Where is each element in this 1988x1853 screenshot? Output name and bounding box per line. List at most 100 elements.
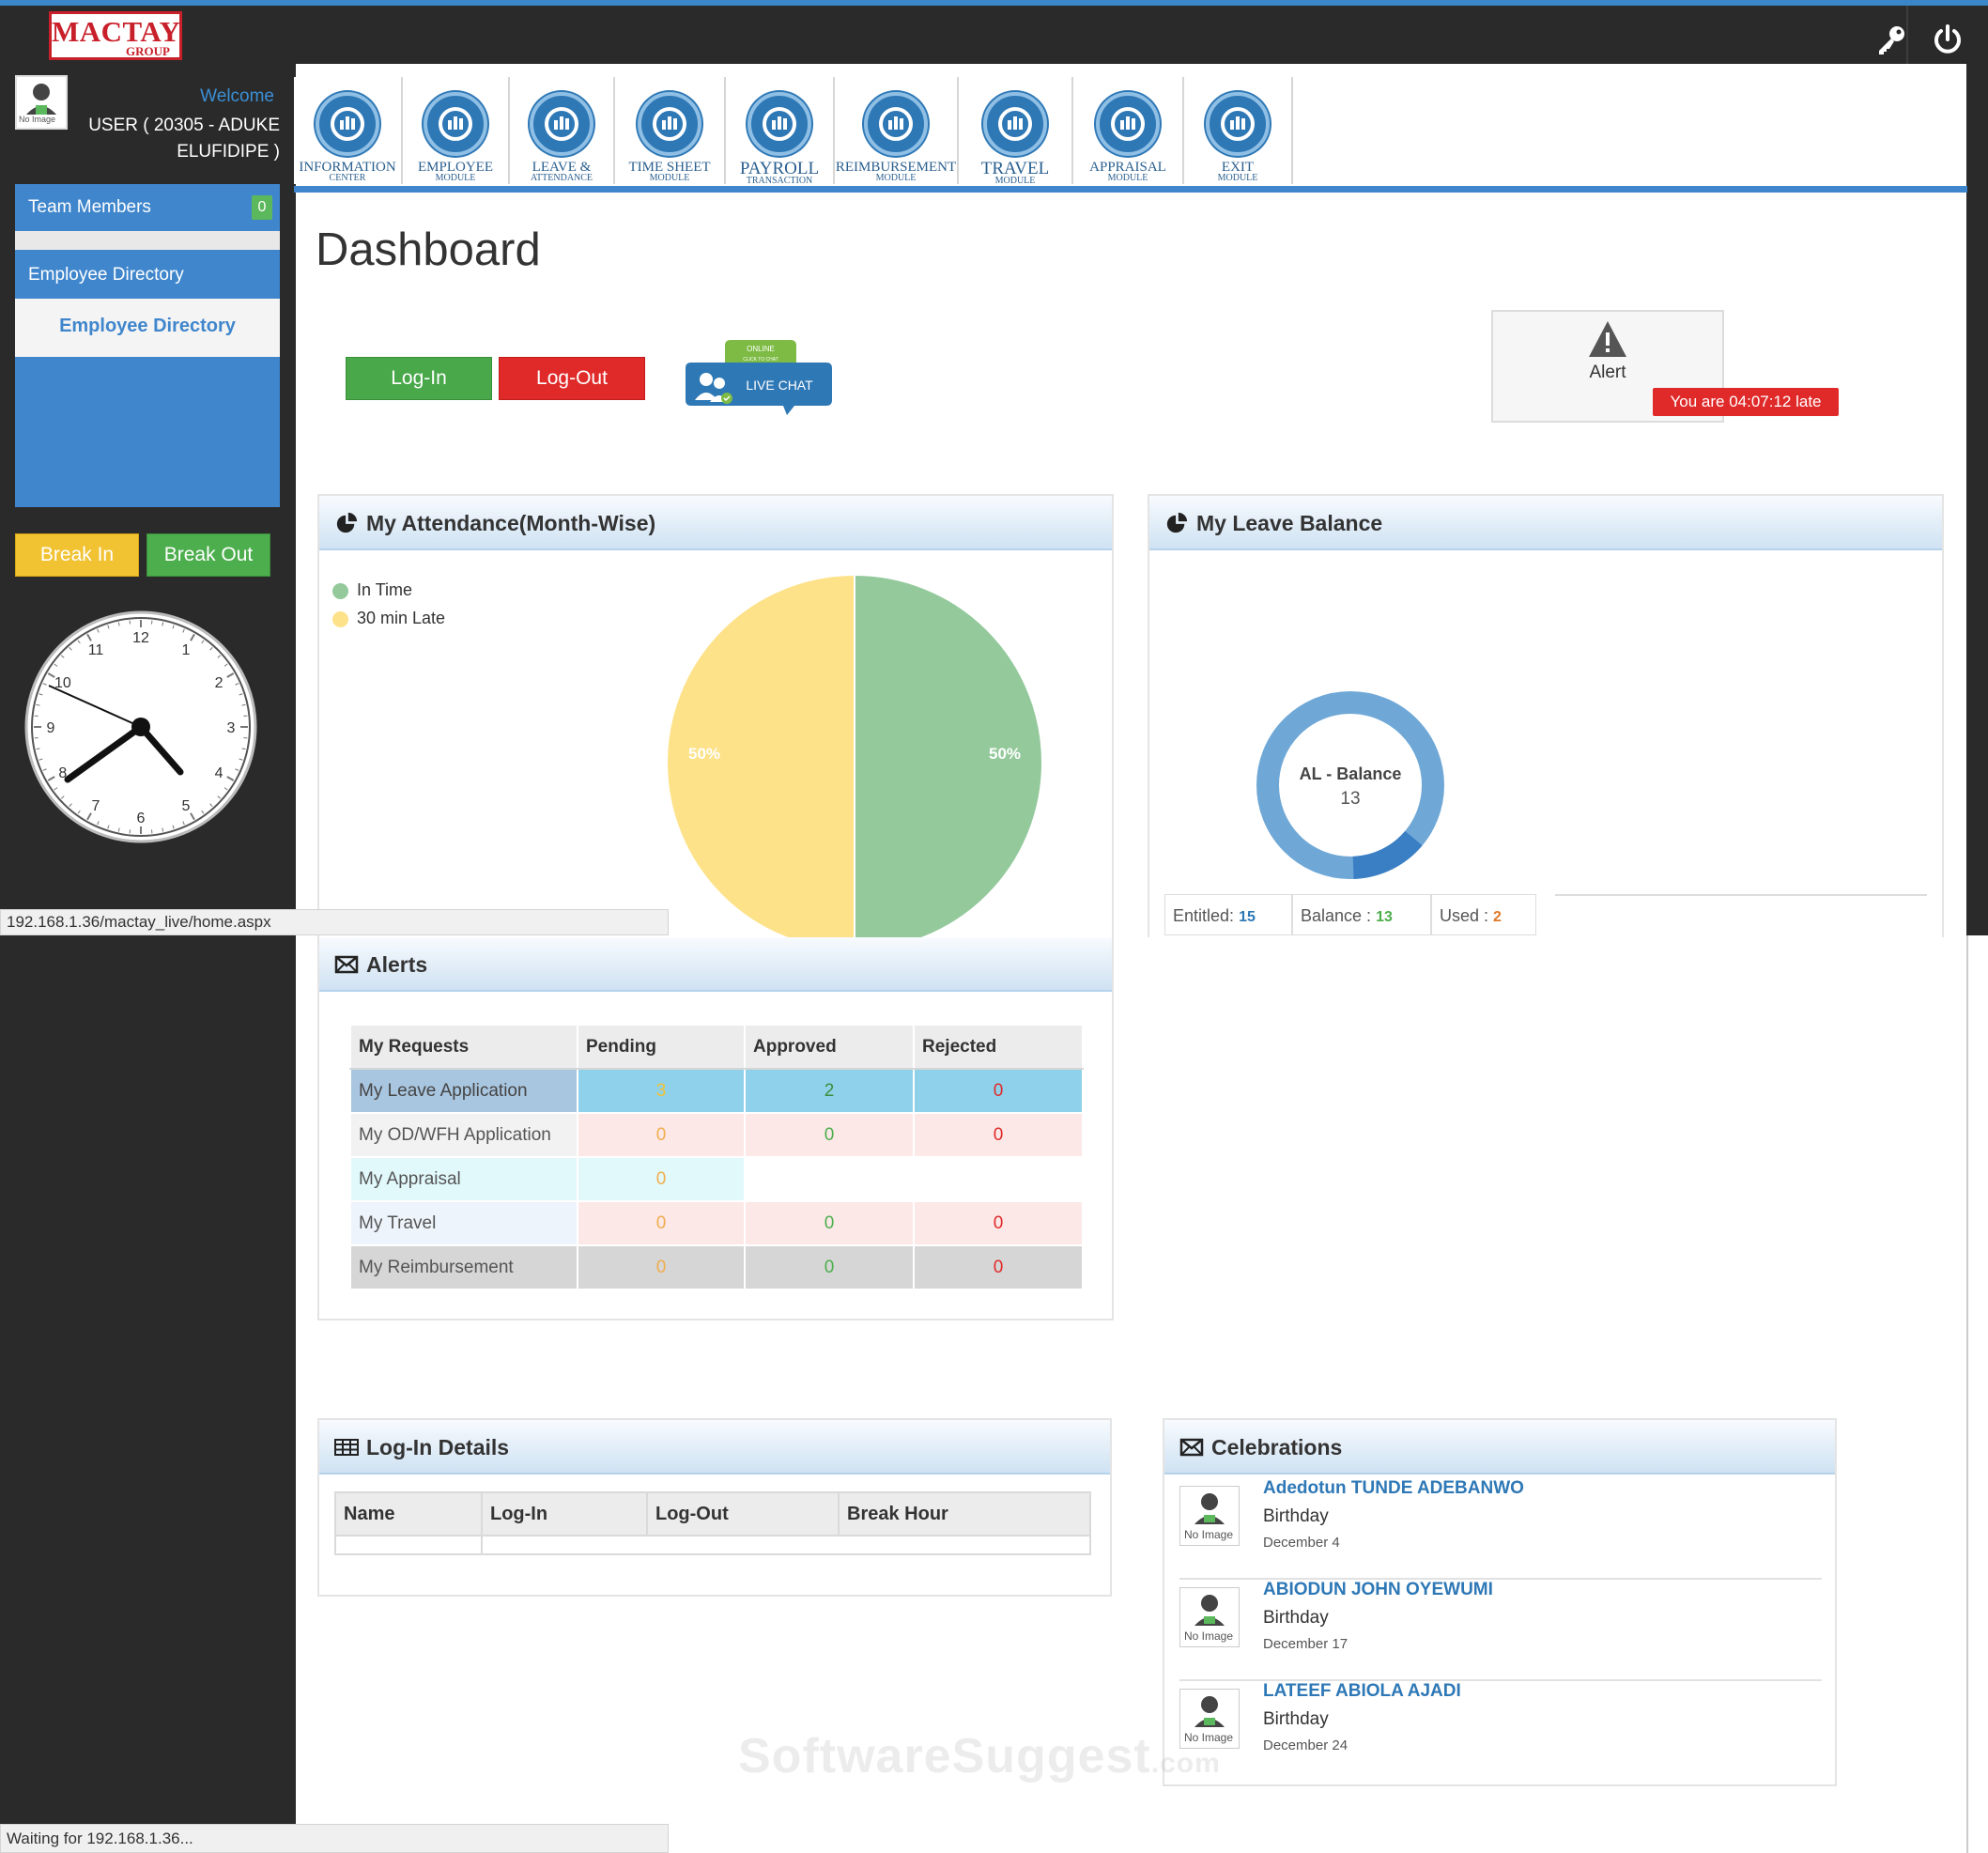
clock-number: 12 [132, 630, 149, 646]
request-name[interactable]: My Reimbursement [349, 1244, 578, 1290]
celebration-type: Birthday [1263, 1506, 1329, 1526]
key-icon[interactable] [1874, 23, 1908, 56]
celebration-avatar: No Image [1179, 1587, 1240, 1647]
power-icon[interactable] [1931, 23, 1965, 56]
module-sublabel: Module [1107, 173, 1148, 183]
module-sublabel: Module [1217, 173, 1258, 183]
pending-count[interactable]: 3 [577, 1068, 746, 1114]
module-tile-5[interactable]: Reimbursement Module [835, 77, 959, 184]
celebrations-title: Celebrations [1211, 1435, 1343, 1459]
celebration-name[interactable]: LATEEF ABIOLA AJADI [1263, 1681, 1461, 1702]
celebration-name[interactable]: ABIODUN JOHN OYEWUMI [1263, 1580, 1493, 1600]
pie-label-0: 50% [989, 745, 1021, 763]
clock-center [131, 718, 150, 736]
approved-count[interactable]: 0 [744, 1112, 915, 1158]
request-name[interactable]: My Appraisal [349, 1156, 578, 1202]
window-edge-lower [1966, 935, 1988, 1853]
pie-chart-icon [1166, 512, 1188, 533]
user-avatar[interactable]: No Image [15, 75, 68, 130]
module-sublabel: Module [435, 173, 476, 183]
module-tile-8[interactable]: Exit Module [1184, 77, 1293, 184]
column-header: Pending [577, 1024, 746, 1070]
clock-number: 11 [88, 642, 104, 658]
celebration-name[interactable]: Adedotun TUNDE ADEBANWO [1263, 1478, 1524, 1499]
mactay-logo[interactable]: MACTAY GROUP [49, 11, 182, 60]
table-row[interactable]: My Leave Application 3 2 0 [349, 1068, 1084, 1114]
module-tile-6[interactable]: Travel Module [959, 77, 1073, 186]
clock-number: 9 [47, 720, 55, 736]
person-icon [1194, 1696, 1225, 1727]
alerts-table: My Requests Pending Approved Rejected My… [349, 1024, 1084, 1290]
pie-chart-icon [336, 512, 358, 533]
rejected-count[interactable]: 0 [913, 1068, 1084, 1114]
live-chat-sub-text: CLICK TO CHAT [743, 357, 778, 363]
entitled-cell: Entitled: 15 [1164, 894, 1292, 935]
module-tile-2[interactable]: Leave & Attendance [510, 77, 615, 184]
celebration-type: Birthday [1263, 1709, 1329, 1729]
entitled-value: 15 [1239, 909, 1256, 925]
request-name[interactable]: My Leave Application [349, 1068, 578, 1114]
avatar-caption: No Image [1184, 1528, 1234, 1541]
browser-status-bar-loading: Waiting for 192.168.1.36... [0, 1824, 669, 1853]
rejected-count[interactable]: 0 [913, 1112, 1084, 1158]
panel-header: My Attendance(Month-Wise) [319, 496, 1112, 550]
rejected-count[interactable]: 0 [913, 1244, 1084, 1290]
approved-count[interactable]: 0 [744, 1244, 915, 1290]
balance-value: 13 [1376, 909, 1393, 925]
pending-count[interactable]: 0 [577, 1244, 746, 1290]
pending-count[interactable]: 0 [577, 1112, 746, 1158]
module-toolbar: Information Center Employee Module Leave & At… [294, 77, 1293, 186]
pending-count[interactable]: 0 [577, 1156, 746, 1202]
alerts-title: Alerts [366, 952, 428, 977]
team-members-count-badge: 0 [252, 195, 272, 220]
break-in-button[interactable]: Break In [15, 533, 139, 577]
table-row[interactable]: My Appraisal 0 [349, 1156, 1084, 1202]
monitor-chart-icon [316, 92, 379, 156]
sidebar-item-employee-directory[interactable]: Employee Directory [15, 250, 280, 299]
rejected-count[interactable]: 0 [913, 1200, 1084, 1246]
break-out-button[interactable]: Break Out [146, 533, 270, 577]
balance-label: Balance : [1301, 906, 1372, 925]
logo-text: MACTAY [52, 15, 181, 48]
clock-number: 2 [215, 675, 223, 691]
welcome-text: Welcome [200, 86, 274, 106]
column-header: Name [334, 1491, 483, 1536]
logout-button[interactable]: Log-Out [499, 357, 645, 400]
request-name[interactable]: My Travel [349, 1200, 578, 1246]
approved-count[interactable]: 0 [744, 1200, 915, 1246]
live-chat-button[interactable]: ONLINE CLICK TO CHAT LIVE CHAT [686, 338, 836, 417]
avatar-caption: No Image [1184, 1629, 1234, 1643]
table-header-row: Name Log-In Log-Out Break Hour [334, 1491, 1091, 1536]
top-bar [0, 0, 1988, 64]
module-label: Payroll [739, 159, 820, 178]
sidebar-item-team-members[interactable]: Team Members [15, 184, 280, 231]
pie-label-1: 50% [688, 745, 720, 763]
leave-balance-title: My Leave Balance [1196, 511, 1383, 535]
column-header: Log-In [481, 1491, 648, 1536]
clock-number: 3 [227, 720, 236, 736]
legend-swatch-late [332, 611, 348, 627]
approved-count[interactable]: 2 [744, 1068, 915, 1114]
leave-balance-donut: AL - Balance 13 [1256, 691, 1444, 879]
late-status-badge: You are 04:07:12 late [1653, 388, 1839, 416]
watermark-text: SoftwareSuggest [738, 1729, 1151, 1784]
live-chat-online-text: ONLINE [747, 345, 775, 353]
login-button[interactable]: Log-In [346, 357, 492, 400]
module-sublabel: Module [994, 176, 1036, 186]
celebration-date: December 17 [1263, 1636, 1348, 1652]
employee-directory-link[interactable]: Employee Directory [15, 299, 280, 357]
table-row[interactable]: My Travel 0 0 0 [349, 1200, 1084, 1246]
pending-count[interactable]: 0 [577, 1200, 746, 1246]
module-tile-0[interactable]: Information Center [294, 77, 403, 184]
table-row[interactable]: My OD/WFH Application 0 0 0 [349, 1112, 1084, 1158]
table-row[interactable]: My Reimbursement 0 0 0 [349, 1244, 1084, 1290]
module-tile-7[interactable]: Appraisal Module [1073, 77, 1184, 184]
live-chat-label: LIVE CHAT [746, 378, 813, 393]
person-icon [1194, 1493, 1225, 1524]
clock-number: 7 [92, 798, 100, 814]
module-tile-4[interactable]: Payroll Transaction [726, 77, 835, 186]
module-tile-1[interactable]: Employee Module [403, 77, 510, 184]
module-tile-3[interactable]: Time Sheet Module [615, 77, 726, 184]
envelope-icon [1179, 1438, 1204, 1457]
request-name[interactable]: My OD/WFH Application [349, 1112, 578, 1158]
